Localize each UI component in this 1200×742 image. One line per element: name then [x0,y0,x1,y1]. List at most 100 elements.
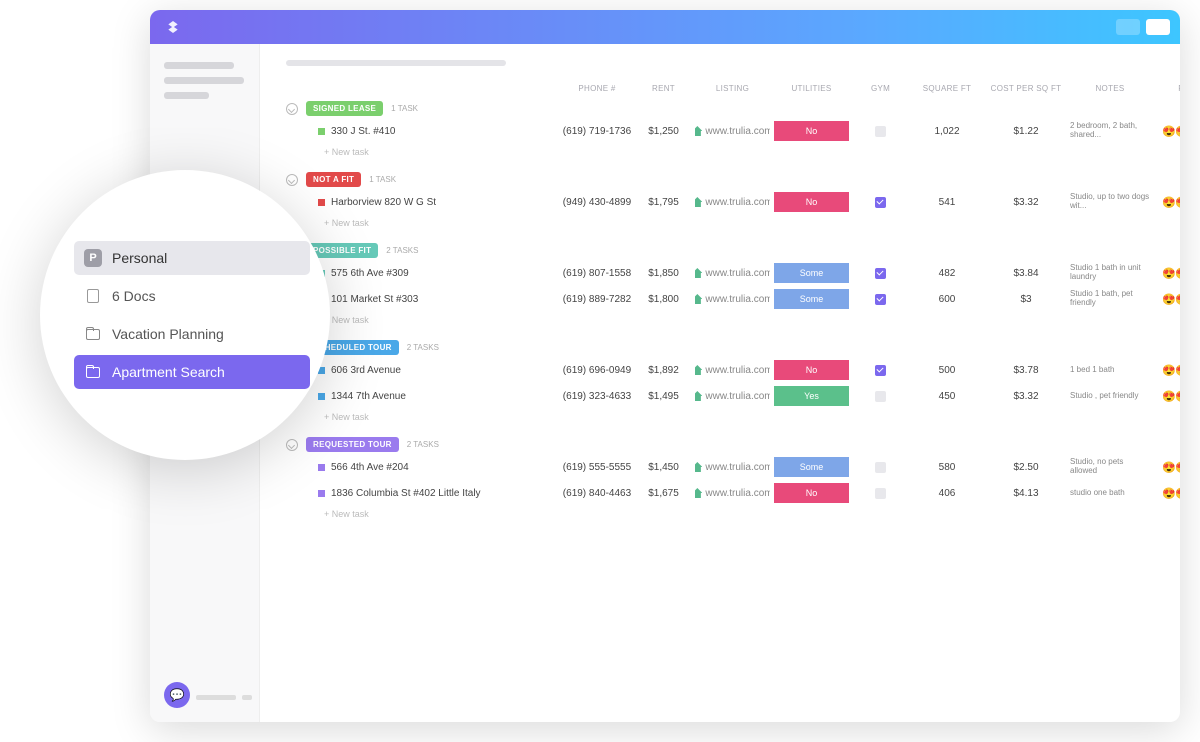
cell-notes: Studio, up to two dogs wit... [1070,193,1150,211]
cell-rating[interactable]: 😍😍😍😍🤖 [1154,461,1180,474]
table-row[interactable]: 606 3rd Avenue (619) 696-0949 $1,892 www… [286,357,1162,383]
house-icon [695,488,702,498]
cell-phone: (619) 323-4633 [562,391,632,402]
window-min-button[interactable] [1116,19,1140,35]
checkbox-icon [875,197,886,208]
cell-utilities[interactable]: Some [774,457,849,477]
cell-cost: $3 [986,294,1066,305]
new-task-button[interactable]: + New task [286,409,1162,425]
task-title: 1344 7th Avenue [331,391,406,402]
col-listing[interactable]: LISTING [695,84,770,93]
cell-rating[interactable]: 😍😍😍😍😍 [1154,125,1180,138]
sidebar-placeholder [242,695,252,700]
status-square-icon [318,199,325,206]
doc-icon [87,289,99,303]
house-icon [695,126,702,136]
house-icon [695,268,702,278]
cell-listing[interactable]: www.trulia.com [695,462,770,473]
cell-listing[interactable]: www.trulia.com [695,268,770,279]
table-row[interactable]: 1344 7th Avenue (619) 323-4633 $1,495 ww… [286,383,1162,409]
cell-gym[interactable] [853,126,908,137]
new-task-button[interactable]: + New task [286,506,1162,522]
collapse-icon[interactable] [286,174,298,186]
cell-rating[interactable]: 😍😍😍😍🤖 [1154,293,1180,306]
window-max-button[interactable] [1146,19,1170,35]
table-row[interactable]: 1836 Columbia St #402 Little Italy (619)… [286,480,1162,506]
cell-gym[interactable] [853,488,908,499]
cell-rating[interactable]: 😍😍🤖🤖🤖 [1154,364,1180,377]
checkbox-icon [875,268,886,279]
cell-listing[interactable]: www.trulia.com [695,294,770,305]
col-rating[interactable]: RATING [1154,84,1180,93]
cell-utilities[interactable]: No [774,121,849,141]
house-icon [695,462,702,472]
popover-item-personal[interactable]: P Personal [74,241,310,275]
col-phone[interactable]: PHONE # [562,84,632,93]
new-task-button[interactable]: + New task [286,312,1162,328]
cell-gym[interactable] [853,391,908,402]
task-title: 566 4th Ave #204 [331,462,409,473]
cell-rating[interactable]: 😍😍😍😍🤖 [1154,267,1180,280]
popover-item-vacation[interactable]: Vacation Planning [74,317,310,351]
collapse-icon[interactable] [286,103,298,115]
col-gym[interactable]: GYM [853,84,908,93]
table-row[interactable]: 575 6th Ave #309 (619) 807-1558 $1,850 w… [286,260,1162,286]
table-row[interactable]: 101 Market St #303 (619) 889-7282 $1,800… [286,286,1162,312]
cell-listing[interactable]: www.trulia.com [695,197,770,208]
cell-utilities[interactable]: No [774,360,849,380]
status-square-icon [318,490,325,497]
cell-cost: $2.50 [986,462,1066,473]
cell-sqft: 482 [912,268,982,279]
cell-utilities[interactable]: Some [774,289,849,309]
table-row[interactable]: 566 4th Ave #204 (619) 555-5555 $1,450 w… [286,454,1162,480]
cell-utilities[interactable]: No [774,483,849,503]
task-title: 575 6th Ave #309 [331,268,409,279]
cell-utilities[interactable]: No [774,192,849,212]
popover-item-apartment[interactable]: Apartment Search [74,355,310,389]
cell-utilities[interactable]: Some [774,263,849,283]
new-task-button[interactable]: + New task [286,144,1162,160]
status-pill[interactable]: SIGNED LEASE [306,101,383,116]
cell-rating[interactable]: 😍😍😍😍🤖 [1154,196,1180,209]
col-sqft[interactable]: SQUARE FT [912,84,982,93]
col-cost[interactable]: COST PER SQ FT [986,84,1066,93]
cell-gym[interactable] [853,365,908,376]
titlebar [150,10,1180,44]
folder-icon [86,329,100,340]
collapse-icon[interactable] [286,439,298,451]
task-title: 101 Market St #303 [331,294,418,305]
cell-listing[interactable]: www.trulia.com [695,391,770,402]
cell-rent: $1,892 [636,365,691,376]
cell-listing[interactable]: www.trulia.com [695,126,770,137]
cell-listing[interactable]: www.trulia.com [695,365,770,376]
sidebar-placeholder [196,695,236,700]
cell-utilities[interactable]: Yes [774,386,849,406]
cell-rating[interactable]: 😍😍😍😍🤖 [1154,487,1180,500]
cell-rent: $1,675 [636,488,691,499]
main-content: PHONE # RENT LISTING UTILITIES GYM SQUAR… [260,44,1180,722]
cell-rating[interactable]: 😍😍😍😍😍 [1154,390,1180,403]
col-notes[interactable]: NOTES [1070,84,1150,93]
popover-label: Personal [112,250,167,266]
col-rent[interactable]: RENT [636,84,691,93]
checkbox-icon [875,365,886,376]
space-badge-icon: P [84,249,102,267]
cell-gym[interactable] [853,197,908,208]
column-headers: PHONE # RENT LISTING UTILITIES GYM SQUAR… [286,82,1162,99]
status-pill[interactable]: REQUESTED TOUR [306,437,399,452]
cell-gym[interactable] [853,462,908,473]
table-row[interactable]: Harborview 820 W G St (949) 430-4899 $1,… [286,189,1162,215]
cell-sqft: 1,022 [912,126,982,137]
cell-gym[interactable] [853,268,908,279]
table-row[interactable]: 330 J St. #410 (619) 719-1736 $1,250 www… [286,118,1162,144]
col-utilities[interactable]: UTILITIES [774,84,849,93]
cell-gym[interactable] [853,294,908,305]
cell-phone: (619) 889-7282 [562,294,632,305]
cell-sqft: 600 [912,294,982,305]
chat-fab[interactable]: 💬 [164,682,190,708]
cell-listing[interactable]: www.trulia.com [695,488,770,499]
status-pill[interactable]: NOT A FIT [306,172,361,187]
task-count: 1 TASK [391,104,418,113]
new-task-button[interactable]: + New task [286,215,1162,231]
popover-item-docs[interactable]: 6 Docs [74,279,310,313]
